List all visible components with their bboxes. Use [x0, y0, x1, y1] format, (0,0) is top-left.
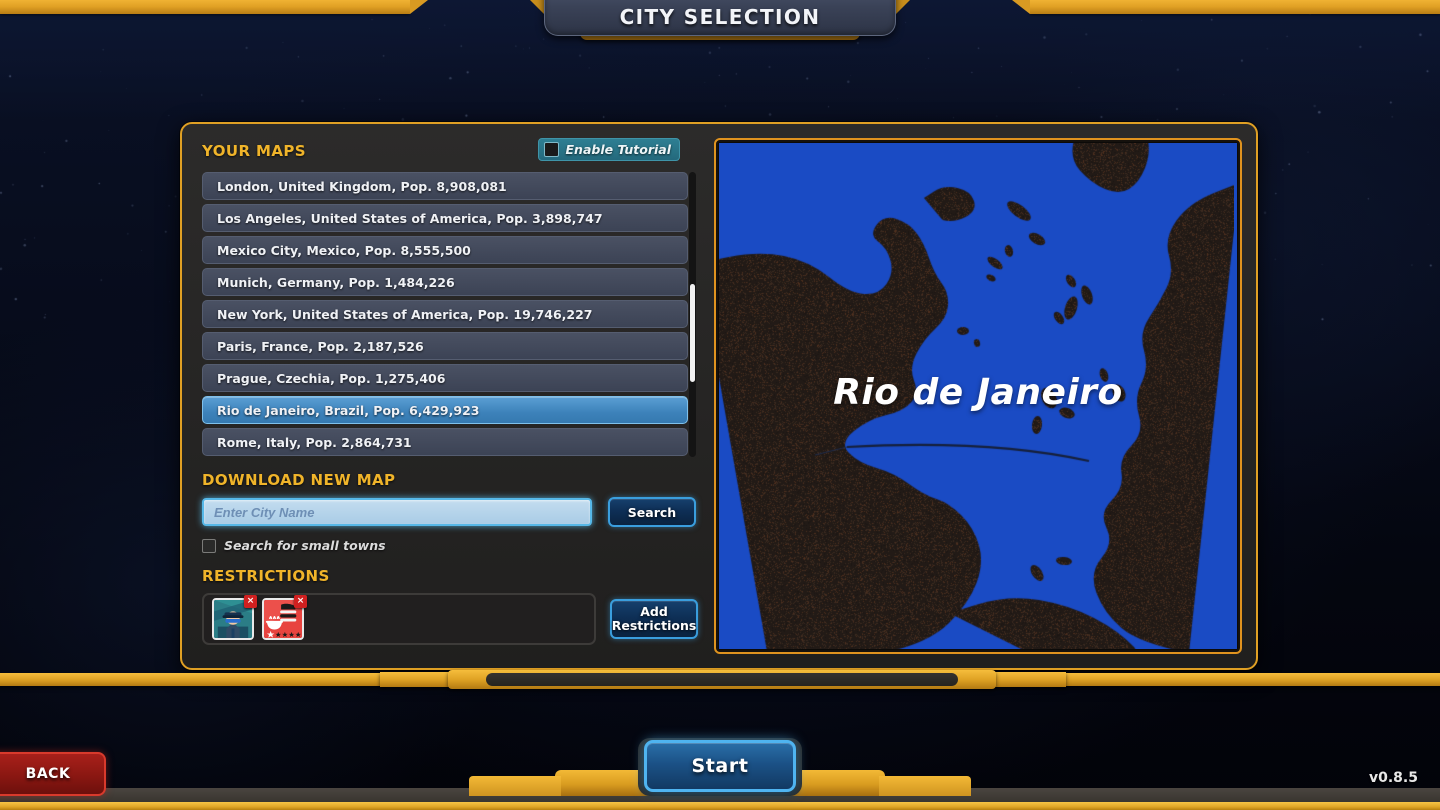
small-towns-label: Search for small towns — [224, 538, 386, 553]
map-preview-column: Rio de Janeiro — [702, 124, 1256, 668]
map-list-item[interactable]: London, United Kingdom, Pop. 8,908,081 — [202, 172, 688, 200]
restrictions-slot-container[interactable]: × × — [202, 593, 596, 645]
download-new-map-heading: DOWNLOAD NEW MAP — [202, 471, 396, 489]
city-selection-panel: YOUR MAPS Enable Tutorial London, United… — [180, 122, 1258, 670]
map-list-item-label: Rio de Janeiro, Brazil, Pop. 6,429,923 — [217, 402, 480, 418]
map-list-item[interactable]: New York, United States of America, Pop.… — [202, 300, 688, 328]
map-list-item[interactable]: Los Angeles, United States of America, P… — [202, 204, 688, 232]
restaurant-restriction-card[interactable]: × — [262, 595, 307, 640]
map-list-item-label: Rome, Italy, Pop. 2,864,731 — [217, 434, 412, 450]
map-list-item-label: Munich, Germany, Pop. 1,484,226 — [217, 274, 455, 290]
police-restriction-card[interactable]: × — [212, 595, 257, 640]
search-input[interactable] — [202, 498, 592, 526]
gold-trim-left — [0, 0, 428, 14]
checkbox-icon[interactable] — [202, 538, 216, 553]
search-button[interactable]: Search — [608, 497, 696, 527]
page-title: CITY SELECTION — [619, 5, 821, 29]
title-plate: CITY SELECTION — [544, 0, 896, 36]
start-button[interactable]: Start — [644, 740, 796, 792]
bottom-gold-strip — [0, 802, 1440, 810]
search-row: Search — [202, 497, 698, 527]
remove-restriction-icon[interactable]: × — [244, 595, 257, 608]
ledge-inset — [486, 673, 958, 686]
add-restrictions-button[interactable]: Add Restrictions — [610, 599, 698, 639]
back-button[interactable]: BACK — [0, 752, 106, 796]
map-list-item-label: New York, United States of America, Pop.… — [217, 306, 593, 322]
enable-tutorial-label: Enable Tutorial — [565, 142, 671, 157]
add-restrictions-label-line2: Restrictions — [611, 618, 697, 633]
map-list-item[interactable]: Paris, France, Pop. 2,187,526 — [202, 332, 688, 360]
ledge-bar-far-left — [0, 673, 400, 686]
map-list-item-label: Prague, Czechia, Pop. 1,275,406 — [217, 370, 446, 386]
left-column: YOUR MAPS Enable Tutorial London, United… — [182, 124, 702, 668]
map-list-item[interactable]: Prague, Czechia, Pop. 1,275,406 — [202, 364, 688, 392]
remove-restriction-icon[interactable]: × — [294, 595, 307, 608]
map-preview-frame[interactable]: Rio de Janeiro — [714, 138, 1242, 654]
restrictions-heading: RESTRICTIONS — [202, 567, 330, 585]
map-list-scrollbar-track[interactable] — [689, 172, 696, 457]
version-label: v0.8.5 — [1369, 770, 1418, 786]
title-banner: CITY SELECTION — [0, 0, 1440, 46]
restrictions-section: RESTRICTIONS × × Add Restrictions — [202, 567, 698, 645]
decorative-gold-ledge — [0, 668, 1440, 690]
map-list-item-label: Mexico City, Mexico, Pop. 8,555,500 — [217, 242, 471, 258]
small-towns-row[interactable]: Search for small towns — [202, 538, 698, 553]
map-list-item-label: Paris, France, Pop. 2,187,526 — [217, 338, 424, 354]
map-list-item-label: London, United Kingdom, Pop. 8,908,081 — [217, 178, 507, 194]
map-list-item[interactable]: Mexico City, Mexico, Pop. 8,555,500 — [202, 236, 688, 264]
download-new-map-section: DOWNLOAD NEW MAP Search Search for small… — [202, 471, 698, 553]
add-restrictions-label-line1: Add — [640, 603, 668, 619]
map-list[interactable]: London, United Kingdom, Pop. 8,908,081 Lo… — [202, 172, 688, 456]
map-list-container: London, United Kingdom, Pop. 8,908,081 Lo… — [202, 172, 696, 457]
map-list-item-label: Los Angeles, United States of America, P… — [217, 210, 603, 226]
map-city-label: Rio de Janeiro — [833, 372, 1123, 413]
map-list-item[interactable]: Rome, Italy, Pop. 2,864,731 — [202, 428, 688, 456]
enable-tutorial-toggle[interactable]: Enable Tutorial — [537, 138, 680, 161]
checkbox-icon[interactable] — [543, 142, 559, 157]
restrictions-row: × × Add Restrictions — [202, 593, 698, 645]
map-list-item[interactable]: Munich, Germany, Pop. 1,484,226 — [202, 268, 688, 296]
gold-trim-right — [1012, 0, 1440, 14]
map-list-scrollbar-thumb[interactable] — [690, 284, 695, 382]
ledge-bar-far-right — [1044, 673, 1440, 686]
map-list-item[interactable]: Rio de Janeiro, Brazil, Pop. 6,429,923 — [202, 396, 688, 424]
